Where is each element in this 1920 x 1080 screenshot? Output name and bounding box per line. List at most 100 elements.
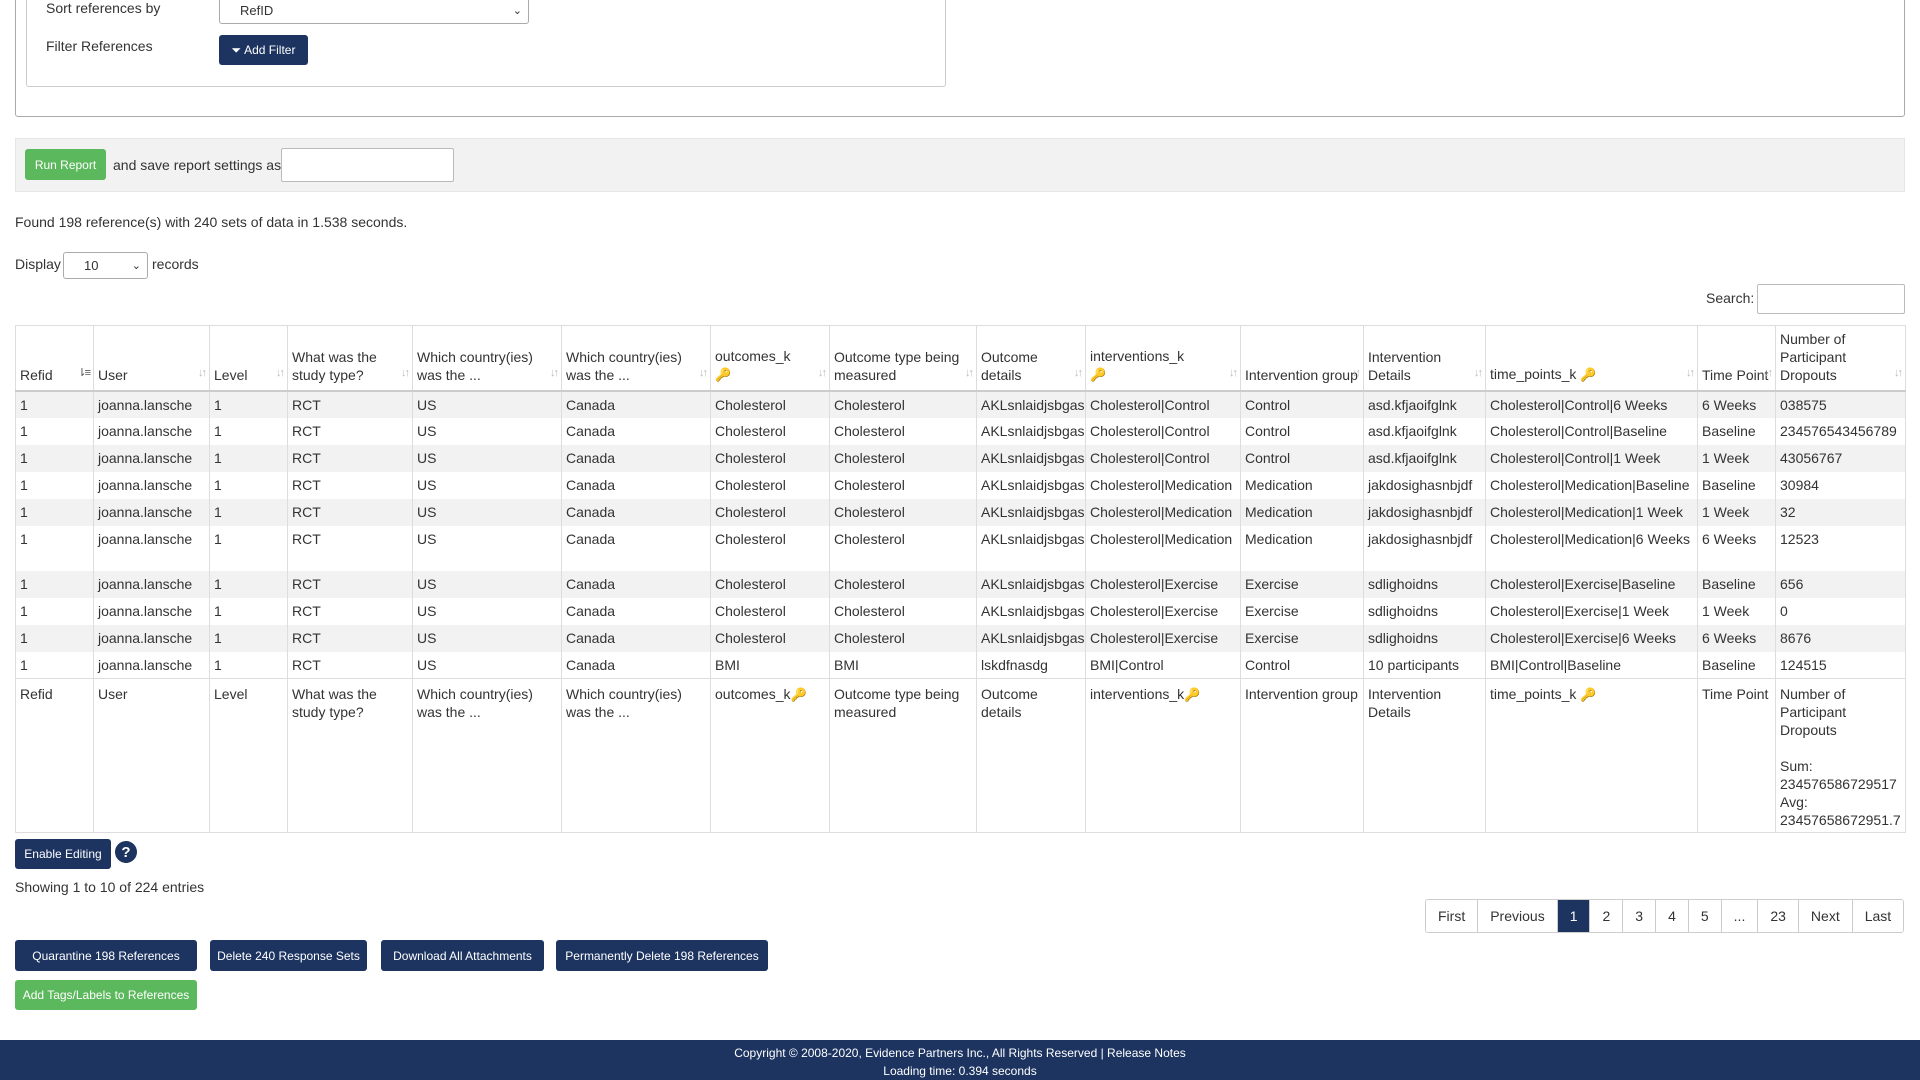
footer-cell: Intervention Details (1363, 678, 1486, 833)
column-header[interactable]: Intervention Details ↓↑ (1363, 325, 1486, 392)
page-link[interactable]: 23 (1758, 900, 1799, 932)
permanently-delete-button[interactable]: Permanently Delete 198 References (556, 940, 768, 971)
table-cell: lskdfnasdg (976, 651, 1086, 679)
sort-ascending-icon: ⇂≡ (77, 366, 91, 379)
table-cell: 234576543456789 (1775, 417, 1906, 445)
sort-select[interactable]: RefID ⌄ (219, 0, 529, 24)
table-cell: AKLsnlaidjsbgas (976, 498, 1086, 526)
sum-value: 234576586729517 (1780, 776, 1897, 792)
page-link[interactable]: Next (1798, 900, 1853, 932)
sort-icon: ↓↑ (1229, 366, 1238, 379)
table-cell: asd.kfjaoifglnk (1363, 417, 1486, 445)
page-link[interactable]: Previous (1478, 900, 1558, 932)
table-cell: Cholesterol (710, 444, 830, 472)
footer-cell: Which country(ies) was the ... (561, 678, 711, 833)
page-link[interactable]: 4 (1656, 900, 1689, 932)
pagination: First Previous 1 2 3 4 5... 23 Next Last (1425, 899, 1905, 933)
release-notes-link[interactable]: Release Notes (1107, 1046, 1186, 1060)
table-cell: asd.kfjaoifglnk (1363, 444, 1486, 472)
table-cell: 43056767 (1775, 444, 1906, 472)
add-filter-button[interactable]: ⏷ Add Filter (219, 35, 308, 65)
column-header[interactable]: Time Point ↓↑ (1697, 325, 1776, 392)
table-row[interactable]: 1 joanna.lansche 1 RCT US Canada Cholesterol Ch… (15, 471, 1906, 499)
key-icon: 🔑 (715, 366, 732, 382)
table-cell: RCT (287, 597, 413, 625)
table-cell: joanna.lansche (93, 651, 210, 679)
table-cell: joanna.lansche (93, 570, 210, 598)
column-header[interactable]: interventions_k 🔑 ↓↑ (1085, 325, 1241, 392)
table-cell: joanna.lansche (93, 498, 210, 526)
column-header[interactable]: outcomes_k 🔑 ↓↑ (710, 325, 830, 392)
table-cell: Cholesterol (829, 597, 977, 625)
table-cell: Cholesterol|Exercise|6 Weeks (1485, 624, 1698, 652)
sort-icon: ↓↑ (965, 366, 974, 379)
table-cell: joanna.lansche (93, 390, 210, 418)
table-cell: 1 (209, 570, 288, 598)
table-cell: Cholesterol (710, 417, 830, 445)
page-link[interactable]: First (1426, 900, 1479, 932)
records-per-page-select[interactable]: 10 ⌄ (63, 252, 148, 279)
column-header[interactable]: Number of Participant Dropouts ↓↑ (1775, 325, 1906, 392)
table-row[interactable]: 1 joanna.lansche 1 RCT US Canada Cholesterol Ch… (15, 498, 1906, 526)
download-attachments-button[interactable]: Download All Attachments (381, 940, 544, 971)
table-cell: BMI (710, 651, 830, 679)
table-row[interactable]: 1 joanna.lansche 1 RCT US Canada Cholesterol Ch… (15, 444, 1906, 472)
table-cell: RCT (287, 624, 413, 652)
table-cell: jakdosighasnbjdf (1363, 525, 1486, 571)
search-label: Search: (1706, 290, 1755, 306)
quarantine-references-button[interactable]: Quarantine 198 References (15, 940, 197, 971)
add-tags-button[interactable]: Add Tags/Labels to References (15, 980, 197, 1010)
table-cell: 1 (209, 651, 288, 679)
table-cell: US (412, 651, 562, 679)
table-cell: US (412, 525, 562, 571)
table-cell: US (412, 624, 562, 652)
column-header[interactable]: Outcome details ↓↑ (976, 325, 1086, 392)
table-cell: 1 (15, 525, 94, 571)
table-cell: AKLsnlaidjsbgas (976, 525, 1086, 571)
page-link[interactable]: 2 (1590, 900, 1624, 932)
footer-cell: User (93, 678, 210, 833)
column-header[interactable]: time_points_k 🔑 ↓↑ (1485, 325, 1698, 392)
column-header[interactable]: Which country(ies) was the ... ↓↑ (561, 325, 711, 392)
page-link[interactable]: 5 (1688, 900, 1722, 932)
table-cell: Exercise (1240, 570, 1364, 598)
table-cell: 1 (15, 444, 94, 472)
help-icon[interactable]: ? (115, 841, 137, 863)
table-row[interactable]: 1 joanna.lansche 1 RCT US Canada Cholesterol Ch… (15, 525, 1906, 571)
table-row[interactable]: 1 joanna.lansche 1 RCT US Canada Cholesterol Ch… (15, 624, 1906, 652)
column-header[interactable]: Refid ⇂≡ (15, 325, 94, 392)
page-link[interactable]: Last (1852, 900, 1904, 932)
search-input[interactable] (1757, 284, 1905, 314)
sort-icon: ↓↑ (1764, 366, 1773, 379)
table-row[interactable]: 1 joanna.lansche 1 RCT US Canada Cholesterol Ch… (15, 597, 1906, 625)
table-cell: RCT (287, 390, 413, 418)
table-row[interactable]: 1 joanna.lansche 1 RCT US Canada Cholesterol Ch… (15, 417, 1906, 445)
enable-editing-button[interactable]: Enable Editing (15, 839, 111, 869)
column-header[interactable]: User ↓↑ (93, 325, 210, 392)
page-link[interactable]: 3 (1623, 900, 1657, 932)
table-cell: Cholesterol|Exercise|1 Week (1485, 597, 1698, 625)
column-header[interactable]: Outcome type being measured ↓↑ (829, 325, 977, 392)
column-header[interactable]: What was the study type? ↓↑ (287, 325, 413, 392)
table-row[interactable]: 1 joanna.lansche 1 RCT US Canada Cholesterol Ch… (15, 570, 1906, 598)
page-link[interactable]: 1 (1557, 900, 1591, 932)
run-report-button[interactable]: Run Report (25, 149, 106, 180)
report-name-input[interactable] (281, 148, 454, 182)
table-row[interactable]: 1 joanna.lansche 1 RCT US Canada BMI BMI lskdfna… (15, 651, 1906, 679)
save-settings-label: and save report settings as (113, 157, 282, 173)
column-header[interactable]: Which country(ies) was the ... ↓↑ (412, 325, 562, 392)
table-cell: Canada (561, 390, 711, 418)
table-cell: sdlighoidns (1363, 597, 1486, 625)
page-link: ... (1721, 900, 1759, 932)
table-cell: 1 (15, 390, 94, 418)
table-row[interactable]: 1 joanna.lansche 1 RCT US Canada Cholesterol Ch… (15, 390, 1906, 418)
table-cell: 038575 (1775, 390, 1906, 418)
delete-response-sets-button[interactable]: Delete 240 Response Sets (210, 940, 367, 971)
column-header[interactable]: Intervention group ↓↑ (1240, 325, 1364, 392)
column-header[interactable]: Level ↓↑ (209, 325, 288, 392)
table-cell: Cholesterol (710, 498, 830, 526)
table-cell: Cholesterol|Medication|1 Week (1485, 498, 1698, 526)
table-cell: 6 Weeks (1697, 390, 1776, 418)
display-label: Display (15, 256, 61, 272)
table-cell: Cholesterol (710, 597, 830, 625)
